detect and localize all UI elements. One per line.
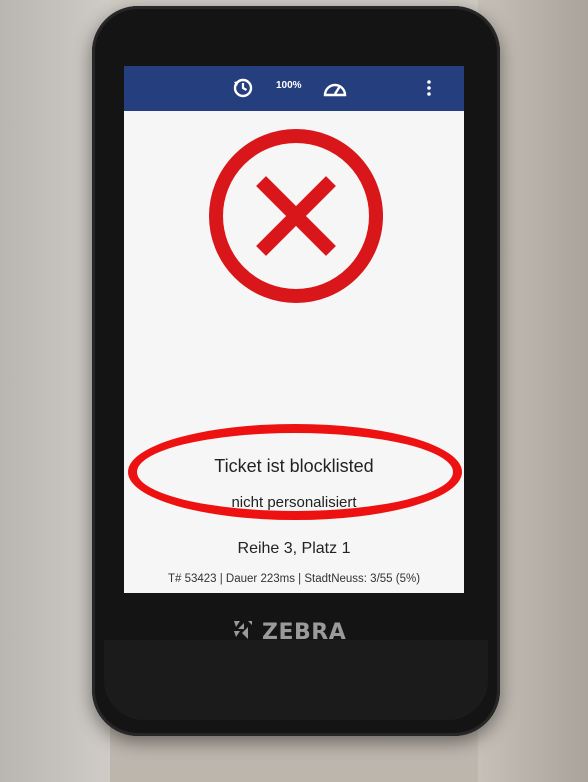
history-clock-icon[interactable]	[232, 77, 254, 104]
seat-info: Reihe 3, Platz 1	[237, 540, 351, 557]
error-x-circle-icon	[196, 126, 396, 311]
brand-name: ZEBRA	[262, 619, 347, 645]
battery-percentage: 100%	[276, 80, 302, 91]
overflow-menu-icon[interactable]	[426, 77, 432, 104]
zebra-head-icon	[230, 617, 256, 648]
speed-gauge-icon[interactable]	[322, 77, 348, 104]
highlight-annotation	[128, 424, 462, 520]
scan-statistics: T# 53423 | Dauer 223ms | StadtNeuss: 3/5…	[167, 573, 421, 585]
device-bumper	[104, 640, 488, 720]
status-bar: 100%	[124, 66, 464, 111]
brand-logo: ZEBRA	[230, 617, 370, 647]
